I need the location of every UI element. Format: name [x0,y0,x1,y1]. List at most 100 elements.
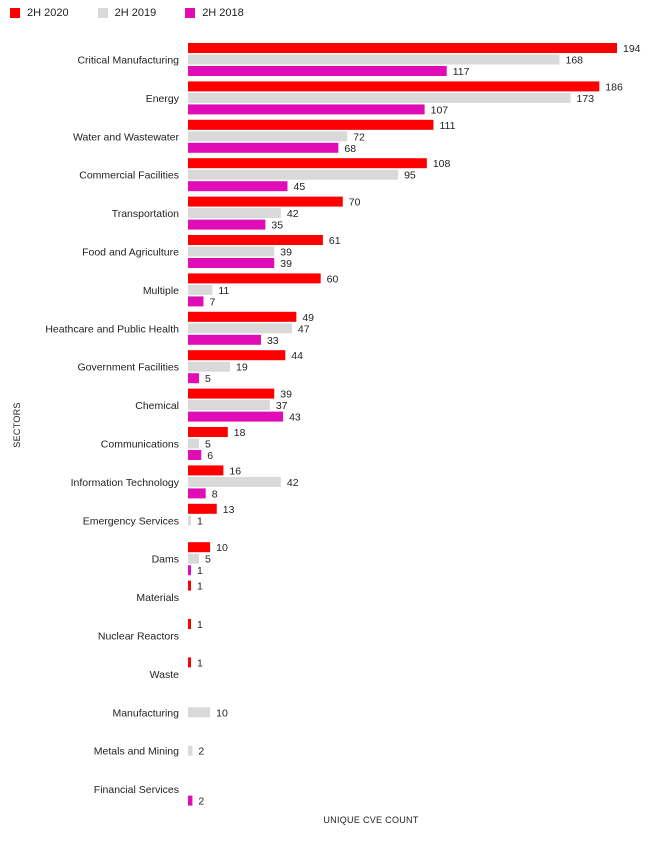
value-label-dams-2h-2020: 10 [216,542,228,554]
category-label-transportation: Transportation [112,208,179,220]
value-label-dams-2h-2019: 5 [205,554,211,566]
value-label-multiple-2h-2018: 7 [209,296,215,308]
bar-communications-2h-2018[interactable] [188,450,202,460]
value-label-metals-and-mining-2h-2019: 2 [198,746,204,758]
bar-waste-2h-2020[interactable] [188,657,191,668]
bar-multiple-2h-2019[interactable] [188,284,213,295]
value-label-food-and-agriculture-2h-2018: 39 [280,258,292,270]
category-label-waste: Waste [150,669,180,681]
bar-food-and-agriculture-2h-2019[interactable] [188,246,275,257]
bar-dams-2h-2020[interactable] [188,542,211,553]
bar-critical-manufacturing-2h-2020[interactable] [188,43,617,53]
category-label-energy: Energy [146,93,180,105]
bar-energy-2h-2018[interactable] [188,104,425,115]
category-label-government-facilities: Government Facilities [77,362,179,374]
bar-emergency-services-2h-2019[interactable] [188,515,191,526]
bar-transportation-2h-2020[interactable] [188,196,343,207]
bar-information-technology-2h-2018[interactable] [188,488,206,499]
bar-government-facilities-2h-2020[interactable] [188,350,286,361]
value-label-chemical-2h-2020: 39 [280,389,292,401]
bar-transportation-2h-2018[interactable] [188,219,266,230]
bar-commercial-facilities-2h-2019[interactable] [188,169,399,180]
bar-multiple-2h-2018[interactable] [188,296,204,307]
bar-information-technology-2h-2020[interactable] [188,465,224,476]
bar-energy-2h-2020[interactable] [188,81,600,92]
value-label-materials-2h-2020: 1 [197,581,203,593]
value-label-transportation-2h-2020: 70 [349,197,361,209]
category-label-financial-services: Financial Services [94,784,179,796]
bar-water-and-wastewater-2h-2020[interactable] [188,119,434,130]
value-label-information-technology-2h-2018: 8 [212,488,218,500]
value-label-water-and-wastewater-2h-2020: 111 [439,120,455,132]
value-label-emergency-services-2h-2020: 13 [223,504,235,516]
bar-communications-2h-2020[interactable] [188,427,228,437]
category-label-materials: Materials [136,592,179,604]
category-label-nuclear-reactors: Nuclear Reactors [98,631,179,643]
value-label-energy-2h-2018: 107 [431,104,449,116]
bar-critical-manufacturing-2h-2018[interactable] [188,66,447,76]
bar-chemical-2h-2020[interactable] [188,388,275,399]
bar-energy-2h-2019[interactable] [188,92,571,103]
bar-dams-2h-2019[interactable] [188,553,200,564]
value-label-commercial-facilities-2h-2019: 95 [404,170,416,182]
value-label-multiple-2h-2020: 60 [327,273,339,285]
value-label-nuclear-reactors-2h-2020: 1 [197,619,203,631]
category-label-multiple: Multiple [143,285,179,297]
bar-commercial-facilities-2h-2018[interactable] [188,181,288,192]
category-label-critical-manufacturing: Critical Manufacturing [77,55,179,67]
value-label-energy-2h-2019: 173 [577,93,595,105]
bar-government-facilities-2h-2019[interactable] [188,361,231,372]
value-label-critical-manufacturing-2h-2019: 168 [566,55,584,67]
value-label-commercial-facilities-2h-2018: 45 [294,181,306,193]
value-label-heathcare-and-public-health-2h-2019: 47 [298,323,310,335]
value-label-energy-2h-2020: 186 [605,81,623,93]
bar-chemical-2h-2019[interactable] [188,400,270,411]
category-label-heathcare-and-public-health: Heathcare and Public Health [45,323,179,335]
category-label-water-and-wastewater: Water and Wastewater [73,131,180,143]
category-label-metals-and-mining: Metals and Mining [94,746,179,758]
bar-heathcare-and-public-health-2h-2019[interactable] [188,323,292,334]
value-label-government-facilities-2h-2018: 5 [205,373,211,385]
bar-multiple-2h-2020[interactable] [188,273,321,284]
value-label-critical-manufacturing-2h-2018: 117 [453,66,470,78]
value-label-communications-2h-2020: 18 [234,427,246,439]
bar-commercial-facilities-2h-2020[interactable] [188,158,427,169]
category-label-manufacturing: Manufacturing [112,707,179,719]
bar-financial-services-2h-2018[interactable] [188,795,193,806]
value-label-water-and-wastewater-2h-2019: 72 [353,131,365,143]
value-label-information-technology-2h-2020: 16 [229,465,241,477]
value-label-financial-services-2h-2018: 2 [198,796,204,808]
bar-chemical-2h-2018[interactable] [188,411,284,422]
value-label-heathcare-and-public-health-2h-2020: 49 [302,312,314,324]
value-label-food-and-agriculture-2h-2019: 39 [280,247,292,259]
bar-heathcare-and-public-health-2h-2018[interactable] [188,334,261,345]
value-label-transportation-2h-2019: 42 [287,208,299,220]
bar-government-facilities-2h-2018[interactable] [188,373,200,384]
bar-nuclear-reactors-2h-2020[interactable] [188,619,191,629]
bar-food-and-agriculture-2h-2018[interactable] [188,258,275,268]
category-label-emergency-services: Emergency Services [83,515,179,527]
bar-manufacturing-2h-2019[interactable] [188,707,211,718]
value-label-information-technology-2h-2019: 42 [287,477,299,489]
value-label-critical-manufacturing-2h-2020: 194 [623,43,641,55]
bar-materials-2h-2020[interactable] [188,580,191,591]
bar-communications-2h-2019[interactable] [188,438,200,449]
bar-critical-manufacturing-2h-2019[interactable] [188,54,560,65]
bar-heathcare-and-public-health-2h-2020[interactable] [188,311,297,322]
value-label-water-and-wastewater-2h-2018: 68 [344,143,356,155]
bar-emergency-services-2h-2020[interactable] [188,503,217,514]
bar-water-and-wastewater-2h-2018[interactable] [188,142,339,153]
bar-dams-2h-2018[interactable] [188,565,191,576]
value-label-emergency-services-2h-2019: 1 [197,515,203,527]
value-label-government-facilities-2h-2019: 19 [236,362,248,374]
bar-food-and-agriculture-2h-2020[interactable] [188,235,323,245]
value-label-multiple-2h-2019: 11 [218,285,229,297]
bar-chart: SECTORS UNIQUE CVE COUNT Critical Manufa… [12,43,641,825]
bar-water-and-wastewater-2h-2019[interactable] [188,131,348,142]
value-label-chemical-2h-2019: 37 [276,400,288,412]
bar-transportation-2h-2019[interactable] [188,208,281,219]
value-label-communications-2h-2018: 6 [207,450,213,462]
bar-metals-and-mining-2h-2019[interactable] [188,745,193,756]
bar-information-technology-2h-2019[interactable] [188,476,281,487]
value-label-food-and-agriculture-2h-2020: 61 [329,235,341,247]
